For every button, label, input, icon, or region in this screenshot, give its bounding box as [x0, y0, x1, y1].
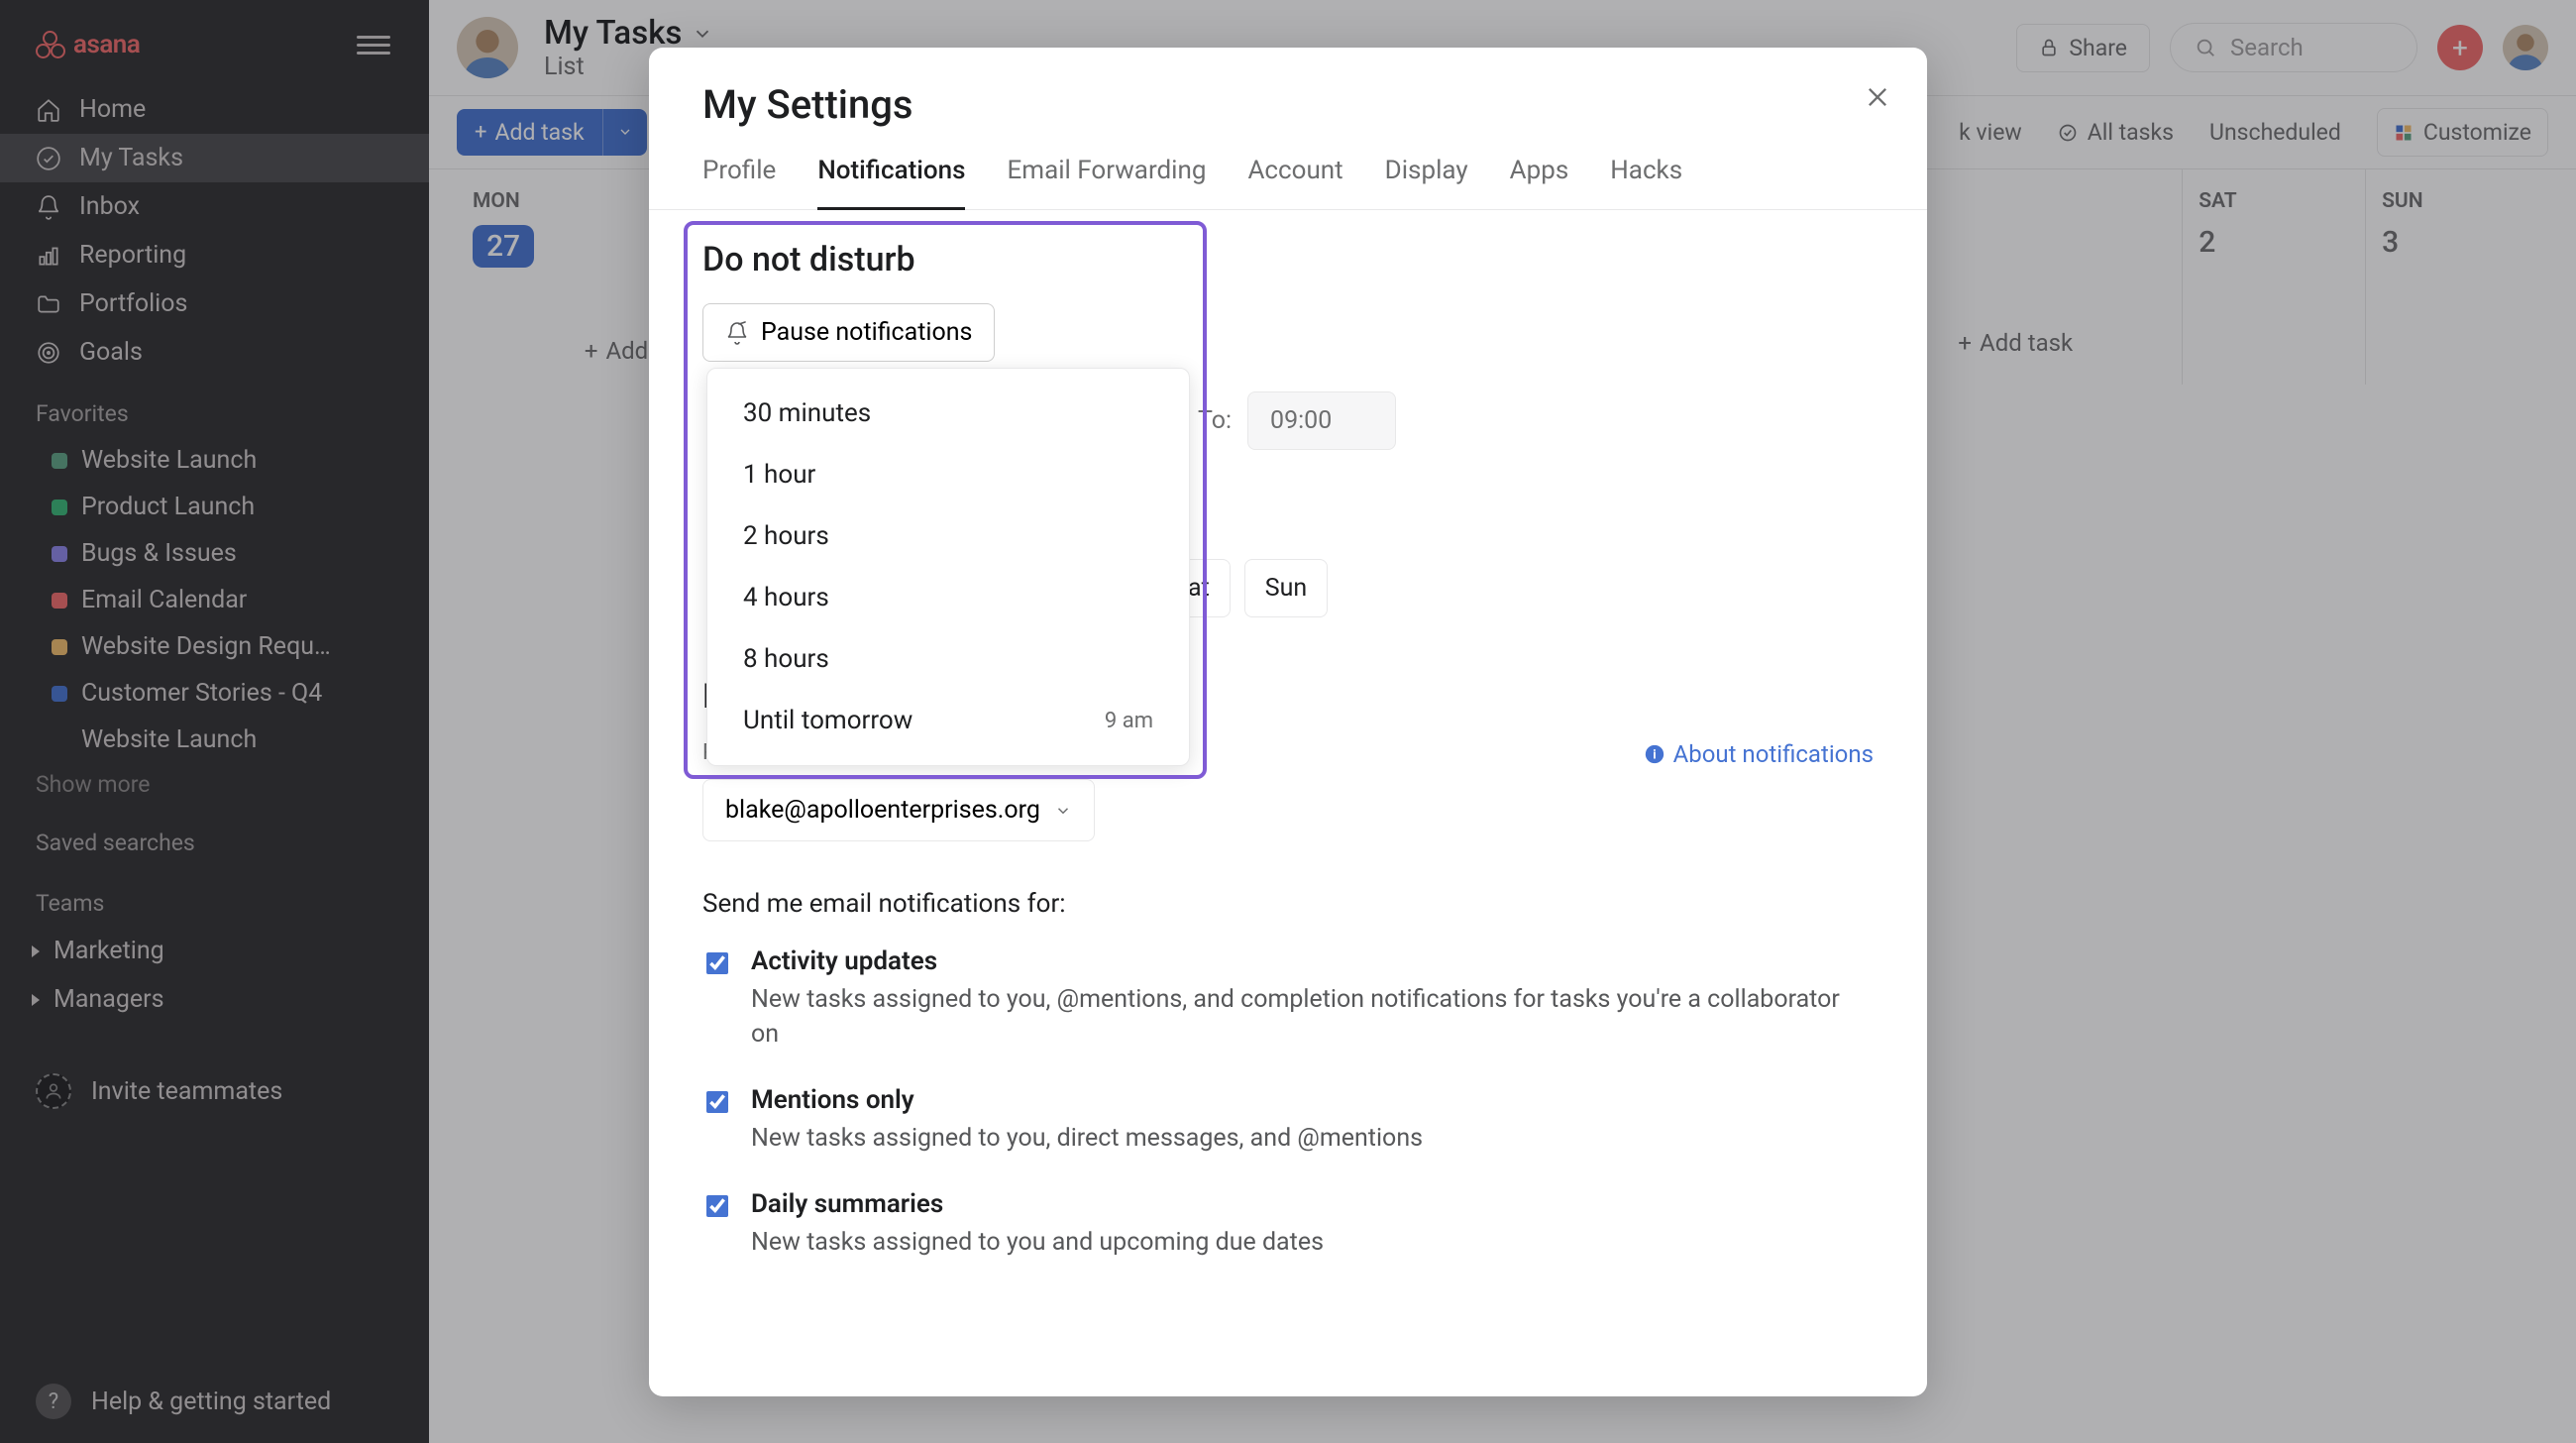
option-desc: New tasks assigned to you, @mentions, an…	[751, 982, 1874, 1052]
tab-notifications[interactable]: Notifications	[817, 156, 965, 210]
pause-icon	[725, 321, 749, 345]
info-icon: i	[1644, 743, 1665, 765]
option-desc: New tasks assigned to you, direct messag…	[751, 1121, 1423, 1156]
modal-header: My Settings	[649, 48, 1927, 128]
tab-hacks[interactable]: Hacks	[1610, 156, 1682, 210]
option-activity-updates[interactable]: Activity updates New tasks assigned to y…	[702, 946, 1874, 1052]
pause-option-label: 1 hour	[743, 460, 815, 490]
pause-notifications-button[interactable]: Pause notifications	[702, 303, 995, 362]
checkbox[interactable]	[706, 952, 728, 974]
tab-profile[interactable]: Profile	[702, 156, 776, 210]
option-title: Mentions only	[751, 1085, 1423, 1115]
app-root: asana Home My Tasks Inbox Reporting Port…	[0, 0, 2576, 1443]
tab-account[interactable]: Account	[1247, 156, 1342, 210]
tab-display[interactable]: Display	[1385, 156, 1468, 210]
modal-tabs: Profile Notifications Email Forwarding A…	[649, 128, 1927, 210]
pause-option-label: 4 hours	[743, 583, 829, 612]
checkbox[interactable]	[706, 1091, 728, 1113]
about-notifications-link[interactable]: i About notifications	[1644, 740, 1874, 768]
to-time-input[interactable]: 09:00	[1247, 391, 1396, 450]
modal-title: My Settings	[702, 81, 1874, 128]
pause-option-2h[interactable]: 2 hours	[707, 505, 1189, 567]
send-me-label: Send me email notifications for:	[702, 889, 1874, 919]
about-label: About notifications	[1673, 740, 1874, 768]
tab-apps[interactable]: Apps	[1510, 156, 1569, 210]
pause-option-label: 8 hours	[743, 644, 829, 674]
pause-dropdown: 30 minutes 1 hour 2 hours 4 hours 8 hour…	[706, 368, 1190, 766]
pause-option-meta: 9 am	[1105, 709, 1153, 733]
pause-option-tomorrow[interactable]: Until tomorrow 9 am	[707, 690, 1189, 751]
pause-option-8h[interactable]: 8 hours	[707, 628, 1189, 690]
pause-option-4h[interactable]: 4 hours	[707, 567, 1189, 628]
checkbox[interactable]	[706, 1195, 728, 1217]
close-icon	[1864, 83, 1891, 111]
email-value: blake@apolloenterprises.org	[725, 796, 1040, 825]
pause-label: Pause notifications	[761, 318, 972, 347]
option-title: Daily summaries	[751, 1189, 1324, 1219]
tab-email-forwarding[interactable]: Email Forwarding	[1007, 156, 1206, 210]
option-desc: New tasks assigned to you and upcoming d…	[751, 1225, 1324, 1260]
to-label: To:	[1198, 406, 1232, 435]
svg-text:i: i	[1653, 748, 1656, 763]
pause-option-30m[interactable]: 30 minutes	[707, 383, 1189, 444]
option-title: Activity updates	[751, 946, 1874, 976]
close-button[interactable]	[1864, 83, 1891, 115]
chevron-down-icon	[1054, 802, 1072, 820]
option-mentions-only[interactable]: Mentions only New tasks assigned to you,…	[702, 1085, 1874, 1156]
pause-option-label: 2 hours	[743, 521, 829, 551]
email-select[interactable]: blake@apolloenterprises.org	[702, 779, 1095, 841]
dnd-title: Do not disturb	[702, 240, 1874, 279]
pause-option-1h[interactable]: 1 hour	[707, 444, 1189, 505]
pause-option-label: Until tomorrow	[743, 706, 912, 735]
option-daily-summaries[interactable]: Daily summaries New tasks assigned to yo…	[702, 1189, 1874, 1260]
schedule-to-block: To: 09:00	[1198, 391, 1874, 450]
pause-option-label: 30 minutes	[743, 398, 871, 428]
day-sun[interactable]: Sun	[1244, 559, 1328, 617]
